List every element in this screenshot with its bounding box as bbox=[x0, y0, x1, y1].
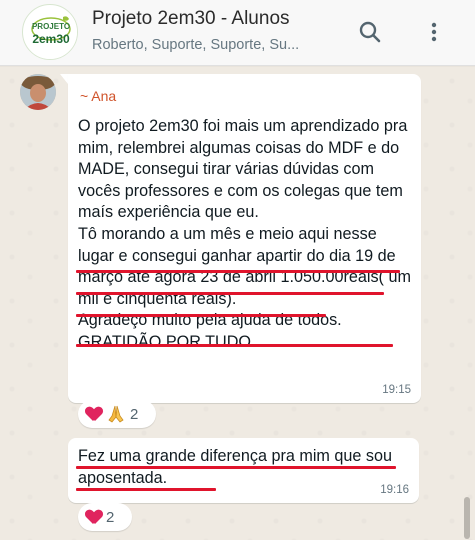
message-bubble[interactable]: ~ Ana O projeto 2em30 foi mais um aprend… bbox=[68, 74, 421, 403]
menu-button[interactable] bbox=[418, 16, 450, 48]
sender-avatar[interactable] bbox=[20, 74, 56, 110]
annotation-underline bbox=[76, 466, 396, 469]
message-bubble[interactable]: Fez uma grande diferença pra mim que sou… bbox=[68, 438, 419, 503]
chat-area: ~ Ana O projeto 2em30 foi mais um aprend… bbox=[0, 67, 475, 540]
folded-hands-icon bbox=[108, 405, 124, 423]
group-avatar[interactable]: PROJETO 2em30 bbox=[22, 4, 78, 60]
annotation-underline bbox=[76, 270, 400, 273]
group-title[interactable]: Projeto 2em30 - Alunos bbox=[92, 8, 290, 30]
avatar-photo-icon bbox=[20, 74, 56, 110]
annotation-underline bbox=[76, 314, 326, 317]
scrollbar[interactable] bbox=[464, 497, 470, 539]
search-icon bbox=[359, 21, 381, 43]
bubble-tail bbox=[60, 74, 68, 84]
message-reactions[interactable]: 2 bbox=[78, 400, 156, 428]
logo-bottom-text: 2em30 bbox=[32, 32, 70, 46]
annotation-underline bbox=[76, 292, 384, 295]
kebab-menu-icon bbox=[431, 22, 437, 42]
message-time: 19:16 bbox=[380, 484, 409, 496]
logo-top-text: PROJETO bbox=[32, 22, 70, 31]
message-text: O projeto 2em30 foi mais um aprendizado … bbox=[78, 117, 411, 351]
reaction-count: 2 bbox=[106, 508, 115, 526]
chat-header: PROJETO 2em30 Projeto 2em30 - Alunos Rob… bbox=[0, 0, 475, 66]
sender-name[interactable]: ~ Ana bbox=[80, 88, 116, 104]
logo-icon: PROJETO 2em30 bbox=[24, 6, 77, 59]
reaction-count: 2 bbox=[130, 405, 139, 423]
message-reactions[interactable]: 2 bbox=[78, 503, 132, 531]
red-heart-icon bbox=[86, 407, 102, 422]
group-participants[interactable]: Roberto, Suporte, Suporte, Su... bbox=[92, 37, 328, 53]
search-button[interactable] bbox=[354, 16, 386, 48]
message-time: 19:15 bbox=[382, 384, 411, 396]
annotation-underline bbox=[76, 488, 216, 491]
annotation-underline bbox=[76, 344, 393, 347]
red-heart-icon bbox=[86, 510, 102, 525]
